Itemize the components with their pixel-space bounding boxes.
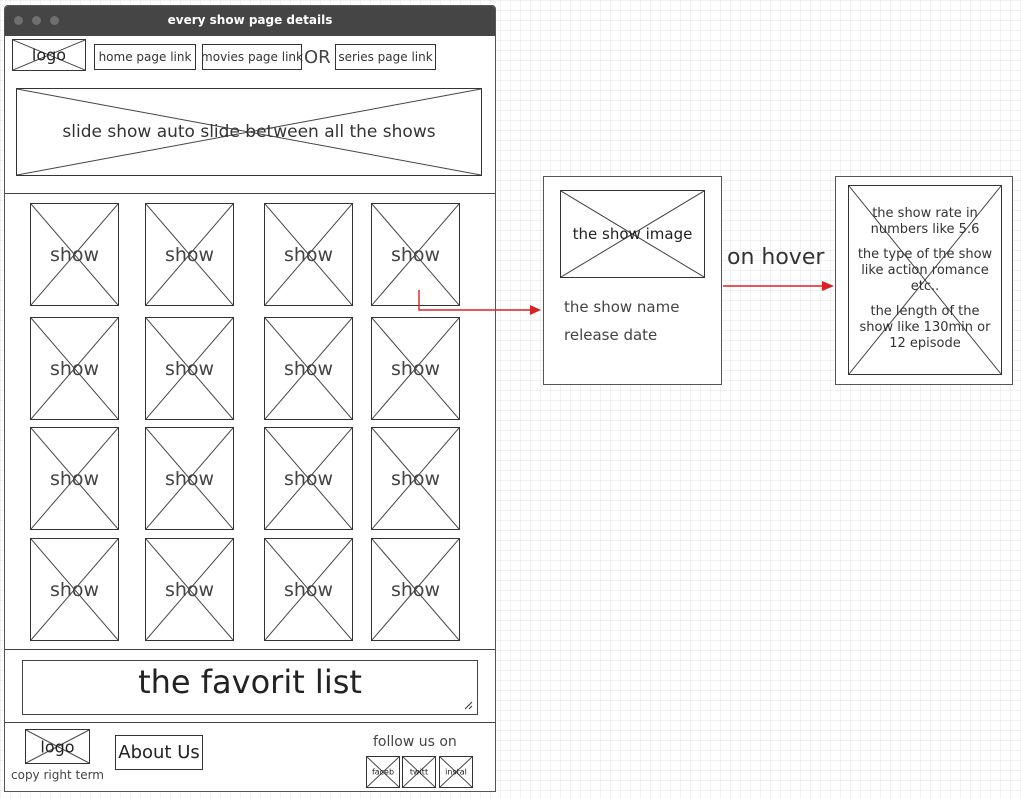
footer-logo[interactable]: logo [25, 729, 90, 764]
show-tile[interactable]: show [264, 538, 353, 641]
slideshow-label: slide show auto slide between all the sh… [62, 122, 436, 142]
footer-logo-label: logo [40, 737, 75, 756]
social-link[interactable]: instal [439, 756, 473, 788]
show-tile-label: show [390, 243, 441, 266]
home-page-link[interactable]: home page link [94, 44, 196, 70]
show-tile-label: show [49, 357, 100, 380]
show-tile[interactable]: show [145, 538, 234, 641]
about-us-button[interactable]: About Us [115, 735, 203, 770]
arrow-head-icon [530, 305, 541, 315]
favorites-list[interactable]: the favorit list [22, 660, 478, 715]
show-tile-label: show [390, 357, 441, 380]
release-date: release date [564, 326, 658, 344]
social-link-label: instal [445, 767, 467, 777]
movies-page-link[interactable]: movies page link [201, 44, 303, 70]
show-name: the show name [564, 298, 680, 316]
window-title: every show page details [167, 13, 333, 27]
show-tile[interactable]: show [264, 317, 353, 420]
show-details-panel: the show rate in numbers like 5.6 the ty… [848, 185, 1002, 375]
show-tile[interactable]: show [145, 203, 234, 306]
follow-us-label: follow us on [373, 734, 457, 750]
copyright-text: copy right term [11, 768, 104, 782]
show-tile-label: show [283, 578, 334, 601]
show-tile-label: show [164, 467, 215, 490]
social-link-label: twitt [409, 767, 429, 777]
show-details-card[interactable]: the show rate in numbers like 5.6 the ty… [835, 176, 1013, 385]
show-tile-label: show [164, 243, 215, 266]
show-tile[interactable]: show [371, 203, 460, 306]
show-type-text: the type of the show like action romance… [857, 247, 993, 294]
show-rate-text: the show rate in numbers like 5.6 [870, 206, 980, 237]
divider [5, 193, 495, 194]
show-tile[interactable]: show [371, 538, 460, 641]
show-tile-label: show [164, 578, 215, 601]
series-page-link[interactable]: series page link [335, 44, 436, 70]
show-tile[interactable]: show [30, 203, 119, 306]
show-tile[interactable]: show [30, 538, 119, 641]
show-tile-label: show [283, 467, 334, 490]
or-label: OR [304, 47, 331, 68]
show-tile-label: show [390, 467, 441, 490]
show-tile[interactable]: show [145, 427, 234, 530]
show-length-text: the length of the show like 130min or 12… [859, 304, 991, 351]
on-hover-label: on hover [727, 245, 825, 270]
show-tile[interactable]: show [145, 317, 234, 420]
header-logo[interactable]: logo [12, 39, 86, 71]
window-titlebar: every show page details [5, 6, 495, 36]
show-tile[interactable]: show [371, 317, 460, 420]
show-image: the show image [560, 190, 705, 278]
show-tile[interactable]: show [264, 203, 353, 306]
social-link[interactable]: faceb [366, 756, 400, 788]
favorites-label: the favorit list [138, 663, 362, 701]
arrow-head-icon [822, 281, 834, 291]
header-logo-label: logo [31, 45, 67, 65]
show-tile-label: show [164, 357, 215, 380]
show-tile-label: show [283, 357, 334, 380]
show-tile-label: show [49, 467, 100, 490]
show-tile-label: show [49, 243, 100, 266]
show-tile-label: show [49, 578, 100, 601]
social-link-label: faceb [371, 767, 395, 777]
social-link[interactable]: twitt [402, 756, 436, 788]
show-tile-label: show [283, 243, 334, 266]
page-window: every show page details logo home page l… [4, 5, 496, 792]
show-image-label: the show image [572, 225, 693, 243]
show-tile[interactable]: show [30, 427, 119, 530]
show-tile-label: show [390, 578, 441, 601]
resize-handle-icon[interactable] [463, 700, 473, 710]
show-tile[interactable]: show [30, 317, 119, 420]
slideshow[interactable]: slide show auto slide between all the sh… [16, 88, 482, 176]
divider [5, 722, 495, 723]
show-card[interactable]: the show image the show name release dat… [543, 176, 722, 385]
divider [5, 649, 495, 650]
show-tile[interactable]: show [264, 427, 353, 530]
show-tile[interactable]: show [371, 427, 460, 530]
